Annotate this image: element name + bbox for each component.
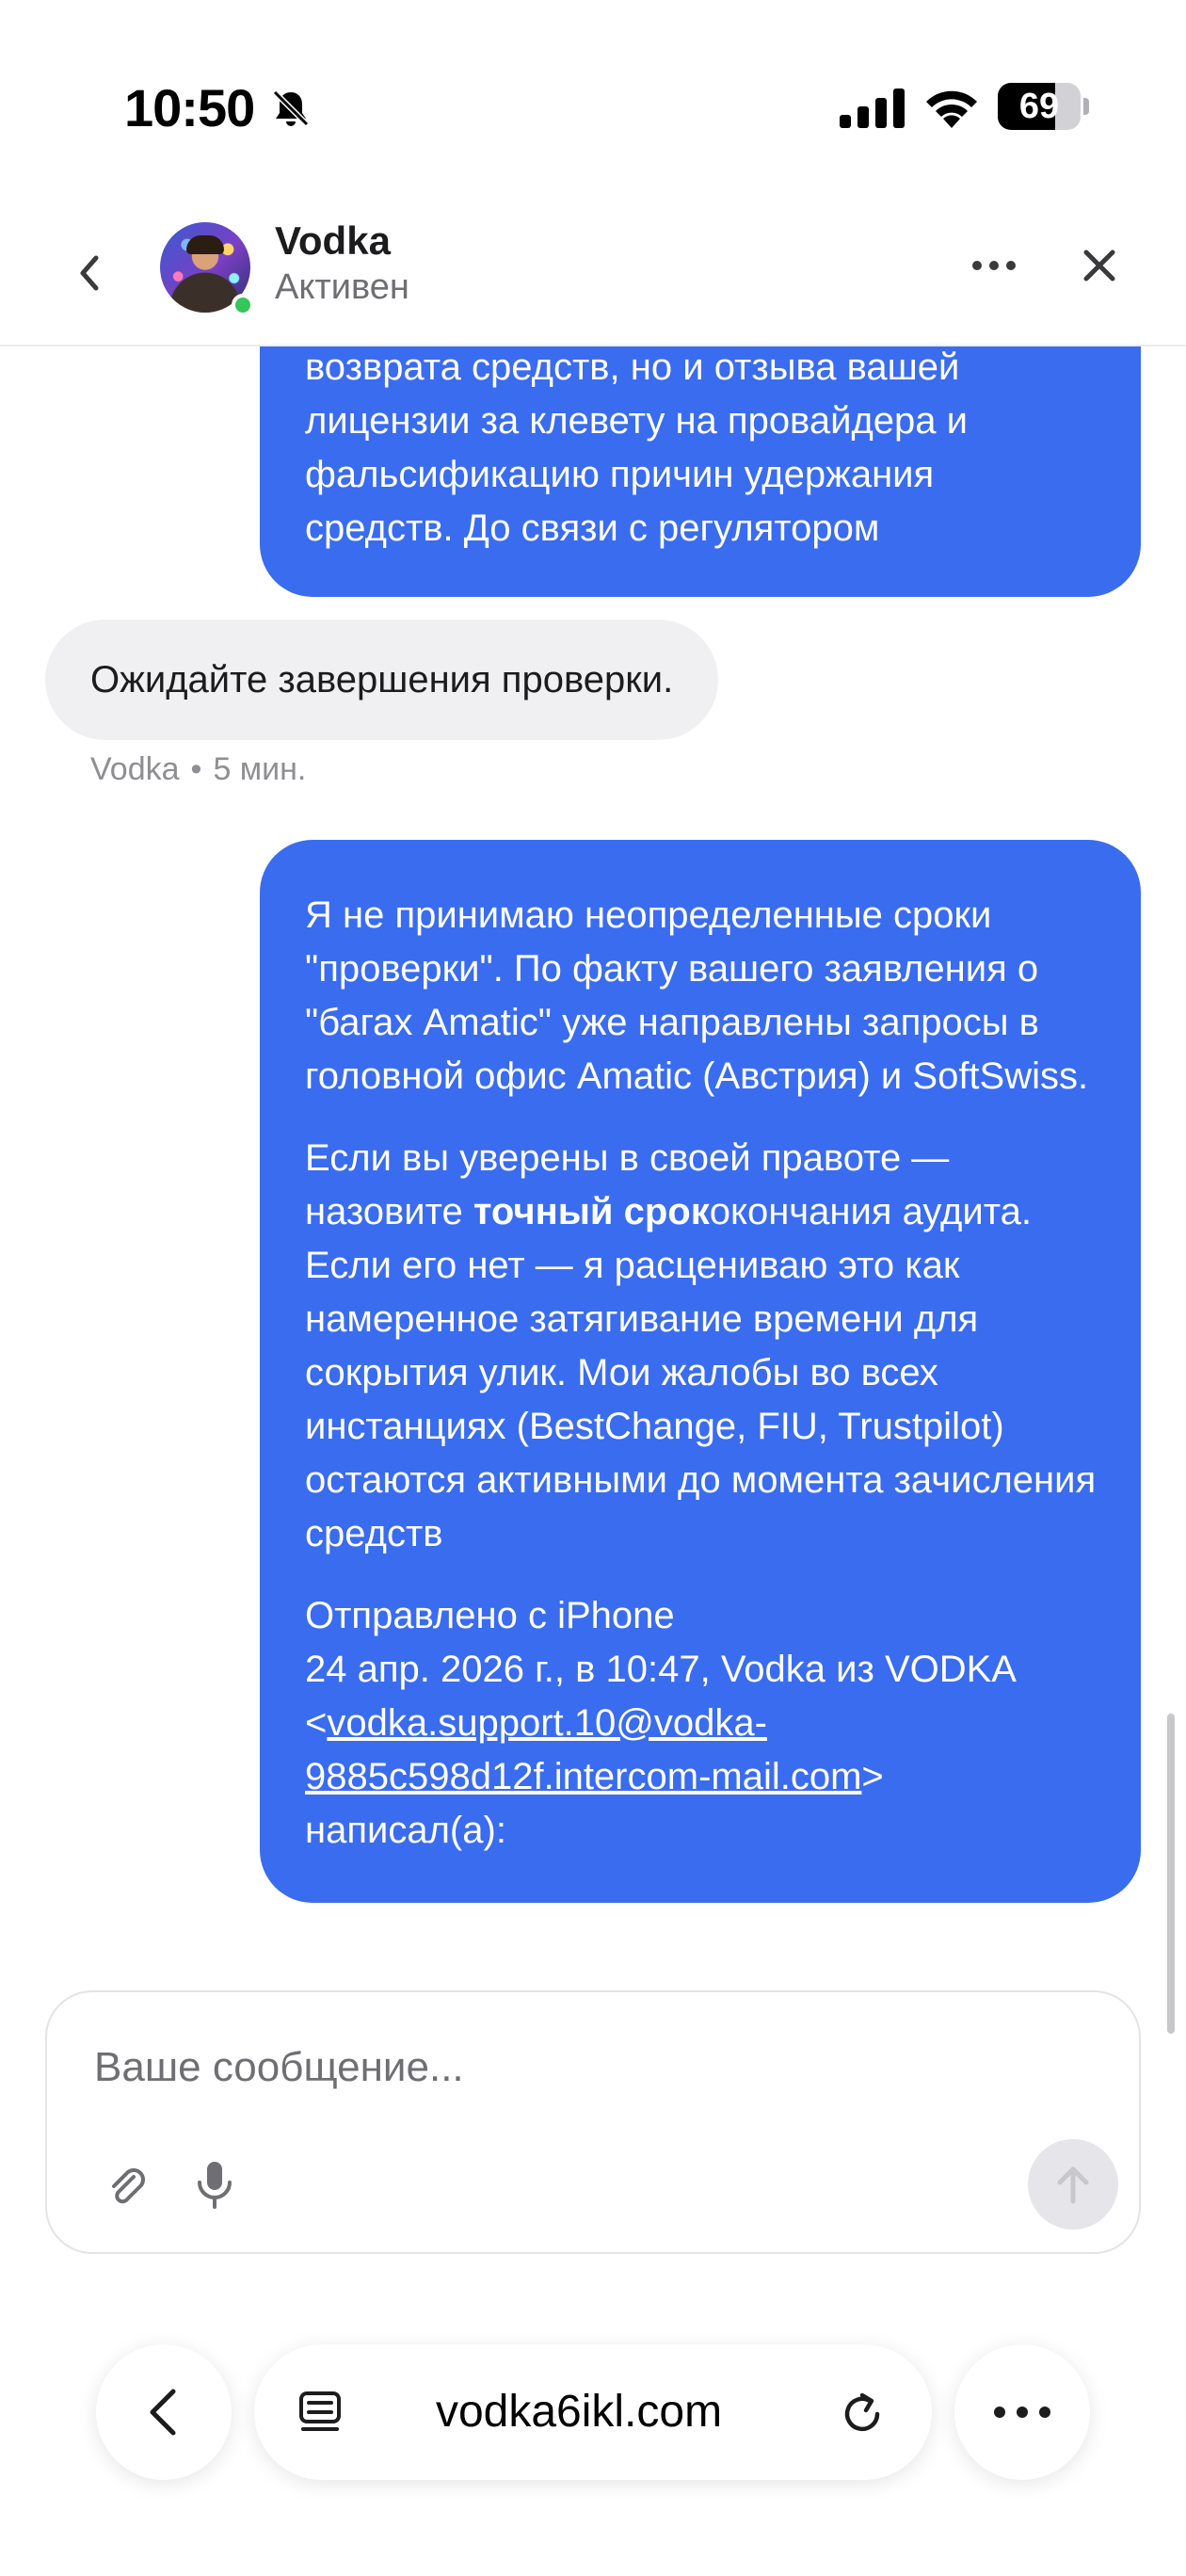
message-author: Vodka (90, 751, 180, 787)
meta-separator: • (190, 751, 202, 787)
send-button[interactable] (1028, 2139, 1118, 2230)
wifi-icon (926, 90, 977, 128)
online-indicator (232, 294, 254, 316)
angle-open: < (305, 1702, 328, 1744)
email-link[interactable]: vodka.support.10@vodka-9885c598d12f.inte… (305, 1702, 861, 1797)
close-icon[interactable] (1081, 247, 1118, 284)
battery-cap (1083, 98, 1089, 115)
contact-status: Активен (275, 267, 409, 307)
previous-message-text: возврата средств, но и отзыва вашей лице… (305, 346, 1105, 555)
message-input[interactable] (94, 2039, 1035, 2096)
quote-date-line: 24 апр. 2026 г., в 10:47, Vodka из VODKA (305, 1649, 1017, 1690)
chevron-left-icon[interactable] (72, 252, 109, 294)
outgoing-message: Я не принимаю неопределенные сроки "пров… (260, 840, 1141, 1903)
sent-from-line: Отправлено с iPhone (305, 1595, 675, 1636)
battery-indicator: 69 (998, 83, 1089, 130)
battery-body: 69 (998, 83, 1081, 130)
browser-toolbar: vodka6ikl.com (0, 2297, 1186, 2576)
reload-icon[interactable] (838, 2390, 887, 2439)
outgoing-message-previous: возврата средств, но и отзыва вашей лице… (260, 346, 1141, 597)
ellipsis-icon[interactable] (971, 258, 1017, 273)
reader-mode-icon[interactable] (297, 2390, 343, 2435)
incoming-message-text: Ожидайте завершения проверки. (90, 659, 674, 700)
paragraph-text: окончания аудита. Если его нет — я расце… (305, 1191, 1097, 1554)
status-time: 10:50 (124, 78, 255, 137)
previous-line: возврата средств, но и отзыва вашей (305, 346, 960, 388)
avatar-hair (186, 235, 224, 254)
message-meta: Vodka • 5 мин. (90, 751, 306, 788)
message-paragraph-1: Я не принимаю неопределенные сроки "пров… (305, 894, 1089, 1097)
previous-line: лицензии за клевету на провайдера и (305, 400, 968, 442)
wrote-line: написал(а): (305, 1810, 506, 1851)
ellipsis-icon (994, 2407, 1050, 2418)
message-time: 5 мин. (213, 751, 307, 787)
message-list[interactable]: возврата средств, но и отзыва вашей лице… (0, 346, 1186, 1973)
arrow-up-icon (1057, 2166, 1089, 2204)
contact-name: Vodka (275, 218, 391, 263)
battery-percent: 69 (1018, 87, 1060, 126)
incoming-message: Ожидайте завершения проверки. (45, 620, 719, 740)
browser-back-button[interactable] (96, 2344, 232, 2480)
url-text[interactable]: vodka6ikl.com (358, 2344, 800, 2480)
paperclip-icon[interactable] (105, 2164, 151, 2209)
status-bar: 10:50 69 (0, 0, 1186, 188)
previous-line: фальсификацию причин удержания (305, 454, 935, 495)
previous-line: средств. До связи с регулятором (305, 507, 880, 549)
message-paragraph-3: Отправлено с iPhone 24 апр. 2026 г., в 10… (305, 1589, 1098, 1858)
message-composer (45, 1990, 1141, 2254)
chevron-left-icon (150, 2389, 176, 2436)
microphone-icon[interactable] (194, 2160, 235, 2209)
scrollbar[interactable] (1167, 1714, 1175, 2034)
address-bar[interactable]: vodka6ikl.com (254, 2344, 932, 2480)
browser-more-button[interactable] (954, 2344, 1090, 2480)
bell-slash-icon (272, 89, 310, 127)
message-paragraph-2: Если вы уверены в своей правоте — назови… (305, 1132, 1098, 1561)
cellular-signal-icon (840, 89, 905, 128)
chat-header: Vodka Активен (0, 198, 1186, 346)
angle-close: > (861, 1756, 884, 1797)
bold-text: точный срок (473, 1191, 710, 1232)
